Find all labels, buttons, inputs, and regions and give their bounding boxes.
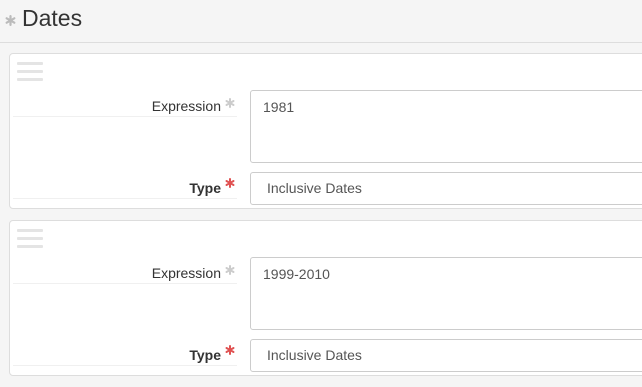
expression-textarea[interactable]: 1981 xyxy=(250,90,642,163)
asterisk-icon xyxy=(5,15,16,26)
section-title: Dates xyxy=(22,5,83,31)
drag-handle-icon[interactable] xyxy=(17,229,43,249)
type-select[interactable]: Inclusive Dates xyxy=(250,172,642,205)
conditionally-required-icon xyxy=(225,265,235,275)
expression-label: Expression xyxy=(151,98,221,114)
type-label: Type xyxy=(189,180,221,196)
type-select[interactable]: Inclusive Dates xyxy=(250,339,642,372)
section-header: Dates xyxy=(0,0,642,43)
required-icon xyxy=(225,178,235,188)
required-icon xyxy=(225,345,235,355)
expression-label-row: Expression xyxy=(13,257,237,284)
date-subrecord-1: Expression 1981 Type Inclusive Dates xyxy=(9,53,642,209)
drag-handle-icon[interactable] xyxy=(17,62,43,82)
type-label-row: Type xyxy=(13,339,237,366)
date-subrecord-2: Expression 1999-2010 Type Inclusive Date… xyxy=(9,220,642,376)
expression-label: Expression xyxy=(151,265,221,281)
expression-textarea[interactable]: 1999-2010 xyxy=(250,257,642,330)
expression-label-row: Expression xyxy=(13,90,237,117)
conditionally-required-icon xyxy=(225,98,235,108)
type-label: Type xyxy=(189,347,221,363)
type-label-row: Type xyxy=(13,172,237,199)
